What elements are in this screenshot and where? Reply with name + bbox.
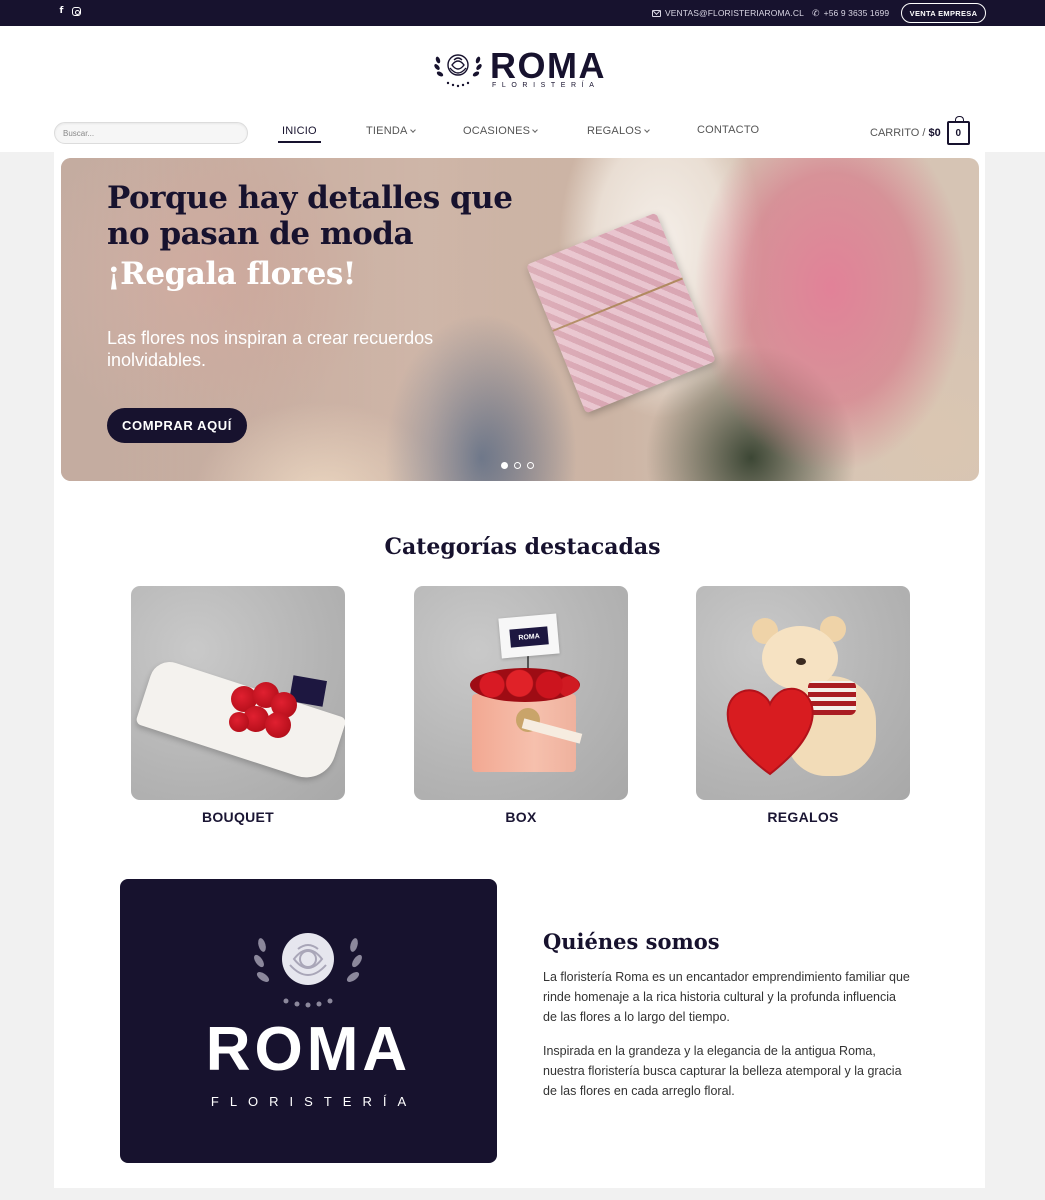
instagram-icon[interactable] — [72, 7, 81, 16]
category-card-regalos[interactable] — [696, 586, 910, 800]
comprar-button[interactable]: COMPRAR AQUÍ — [107, 408, 247, 443]
phone-link[interactable]: ✆ +56 9 3635 1699 — [812, 0, 889, 26]
box-tag-text: ROMA — [509, 626, 549, 648]
nav-contacto-label: CONTACTO — [697, 124, 760, 136]
nav-regalos-label: REGALOS — [587, 125, 642, 137]
venta-empresa-button[interactable]: VENTA EMPRESA — [901, 3, 986, 23]
nav-tienda-label: TIENDA — [366, 125, 408, 137]
cart-label-text: CARRITO / — [870, 127, 926, 139]
heart-pillow — [726, 687, 814, 776]
slider-dots — [501, 462, 534, 469]
logo-tagline: FLORISTERÍA — [492, 82, 600, 89]
cart-icon[interactable]: 0 — [946, 116, 970, 145]
category-label-box[interactable]: BOX — [414, 809, 628, 825]
nav-inicio-label: INICIO — [282, 125, 317, 137]
logo-wordmark: ROMA — [490, 45, 606, 86]
social-links: f — [57, 6, 81, 17]
about-paragraph-1: La floristería Roma es un encantador emp… — [543, 970, 910, 1024]
phone-icon: ✆ — [812, 7, 820, 18]
category-card-box[interactable]: ROMA — [414, 586, 628, 800]
box-tag: ROMA — [498, 613, 560, 659]
rose-logo-icon — [254, 933, 362, 1008]
category-label-regalos[interactable]: REGALOS — [696, 809, 910, 825]
site-logo[interactable]: ROMA FLORISTERÍA — [430, 48, 610, 98]
about-logo-tagline: FLORISTERÍA — [210, 1094, 418, 1109]
chevron-down-icon — [532, 127, 539, 133]
slider-dot[interactable] — [501, 462, 508, 469]
categories-title: Categorías destacadas — [384, 534, 661, 560]
slider-dot[interactable] — [527, 462, 534, 469]
hero-slider[interactable]: Porque hay detalles que no pasan de moda… — [61, 158, 979, 481]
top-bar: f VENTAS@FLORISTERIAROMA.CL ✆ +56 9 3635… — [0, 0, 1045, 26]
site-header: ROMA FLORISTERÍA INICIO TIENDA OCASIONES… — [0, 26, 1045, 152]
hero-subheadline: ¡Regala flores! — [107, 256, 356, 292]
rose — [265, 712, 291, 738]
nav-ocasiones-label: OCASIONES — [463, 125, 531, 137]
phone-text: +56 9 3635 1699 — [823, 8, 890, 18]
search-box[interactable] — [54, 122, 248, 144]
bear-nose — [796, 658, 806, 665]
mail-icon — [652, 9, 661, 17]
chevron-down-icon — [643, 127, 650, 133]
nav-tienda[interactable]: TIENDA — [366, 125, 416, 141]
email-link[interactable]: VENTAS@FLORISTERIAROMA.CL — [652, 0, 804, 26]
slider-dot[interactable] — [514, 462, 521, 469]
cart-amount: $0 — [928, 127, 941, 139]
rose — [229, 712, 249, 732]
about-logo-wordmark: ROMA — [205, 1015, 412, 1084]
about-title: Quiénes somos — [543, 929, 720, 954]
box-roses — [470, 668, 580, 702]
email-text: VENTAS@FLORISTERIAROMA.CL — [665, 8, 804, 18]
about-logo-panel: ROMA FLORISTERÍA — [120, 879, 497, 1163]
category-label-bouquet[interactable]: BOUQUET — [131, 809, 345, 825]
about-paragraph-2: Inspirada en la grandeza y la elegancia … — [543, 1044, 902, 1098]
nav-contacto[interactable]: CONTACTO — [697, 124, 759, 140]
nav-inicio[interactable]: INICIO — [278, 125, 321, 143]
rose-logo-icon — [434, 54, 482, 88]
hero-headline: Porque hay detalles que no pasan de moda — [107, 180, 513, 252]
category-card-bouquet[interactable] — [131, 586, 345, 800]
search-input[interactable] — [55, 123, 247, 144]
chevron-down-icon — [409, 127, 416, 133]
cart-link[interactable]: CARRITO / $0 0 — [870, 116, 970, 145]
nav-regalos[interactable]: REGALOS — [587, 125, 650, 141]
cart-count: 0 — [955, 127, 962, 139]
cart-label: CARRITO / $0 — [870, 127, 941, 139]
facebook-icon[interactable]: f — [57, 6, 66, 17]
hero-body: Las flores nos inspiran a crear recuerdo… — [107, 328, 434, 370]
nav-ocasiones[interactable]: OCASIONES — [463, 125, 539, 141]
